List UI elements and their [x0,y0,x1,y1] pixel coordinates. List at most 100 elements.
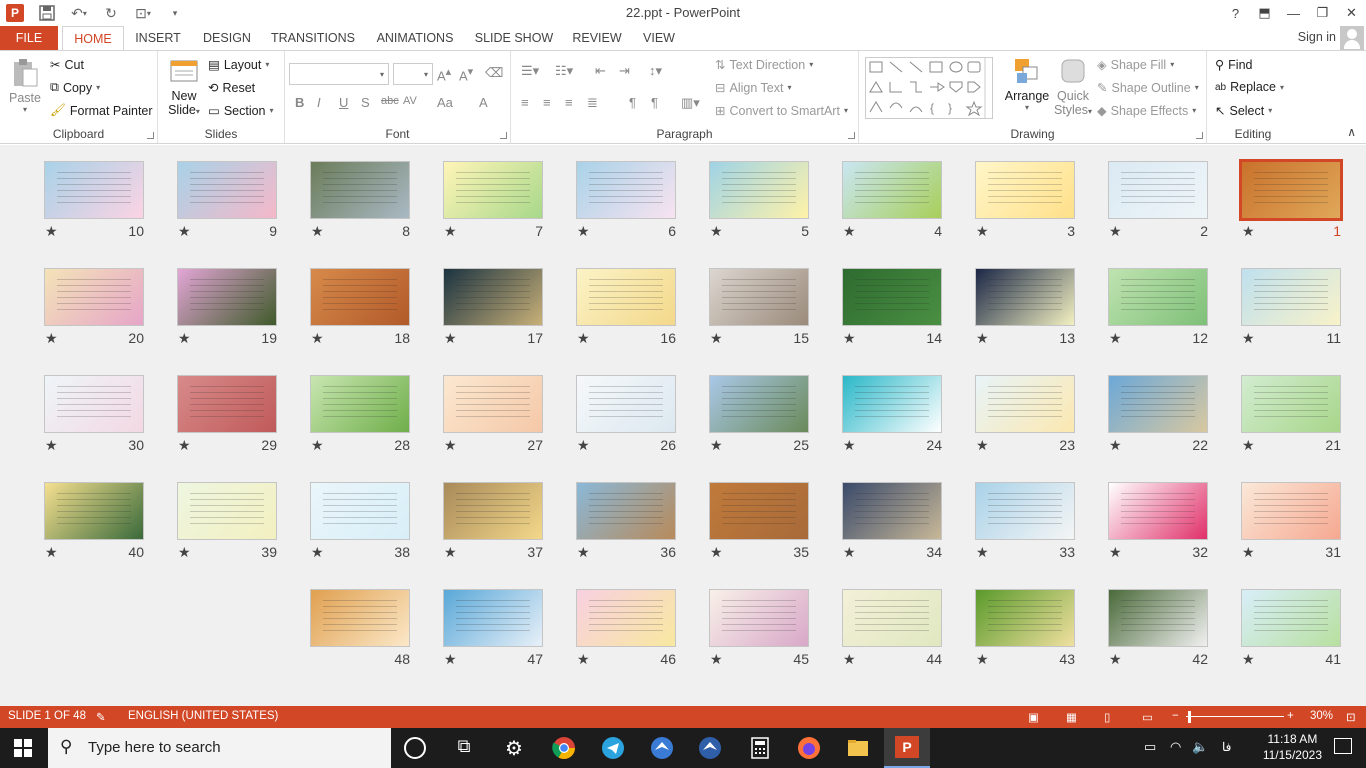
slide-thumbnail[interactable] [842,482,942,540]
file-explorer-icon[interactable] [846,736,870,760]
transition-star-icon[interactable]: ★ [1109,437,1122,454]
wifi-icon[interactable]: ◠ [1170,739,1181,755]
font-name-combo[interactable]: ▾ [289,63,389,85]
transition-star-icon[interactable]: ★ [843,651,856,668]
transition-star-icon[interactable]: ★ [444,544,457,561]
slide-thumbnail[interactable] [1241,375,1341,433]
decrease-font-icon[interactable]: A▾ [459,65,473,83]
slide-thumbnail[interactable] [443,268,543,326]
slide-thumbnail[interactable] [1241,268,1341,326]
clear-formatting-icon[interactable]: ⌫ [485,65,503,81]
arrange-button[interactable]: Arrange ▾ [1003,55,1051,112]
shape-effects-button[interactable]: ◆ Shape Effects ▾ [1097,103,1196,119]
undo-icon[interactable]: ↶ ▾ [68,3,90,23]
customize-qat-icon[interactable]: ▾ [164,3,186,23]
transition-star-icon[interactable]: ★ [178,223,191,240]
slide-thumbnail[interactable] [310,161,410,219]
normal-view-icon[interactable]: ▣ [1028,710,1039,724]
transition-star-icon[interactable]: ★ [843,223,856,240]
slide-thumbnail[interactable] [44,268,144,326]
slide-thumbnail[interactable] [443,161,543,219]
slide-thumbnail[interactable] [1108,375,1208,433]
transition-star-icon[interactable]: ★ [843,437,856,454]
reading-view-icon[interactable]: ▯ [1104,710,1110,724]
align-right-icon[interactable]: ≡ [565,95,573,110]
avatar[interactable] [1340,26,1364,50]
cortana-icon[interactable] [404,737,426,759]
slide-thumbnail[interactable] [975,482,1075,540]
transition-star-icon[interactable]: ★ [1242,223,1255,240]
transition-star-icon[interactable]: ★ [444,651,457,668]
transition-star-icon[interactable]: ★ [976,437,989,454]
collapse-ribbon-icon[interactable]: ∧ [1347,125,1356,139]
slide-thumbnail[interactable] [44,375,144,433]
slide-thumbnail[interactable] [709,268,809,326]
transition-star-icon[interactable]: ★ [311,437,324,454]
transition-star-icon[interactable]: ★ [1109,330,1122,347]
select-button[interactable]: ↖ Select ▾ [1215,103,1272,119]
copy-button[interactable]: ⧉ Copy ▾ [50,80,100,95]
slide-thumbnail[interactable] [177,482,277,540]
slide-thumbnail[interactable] [443,589,543,647]
slide-thumbnail[interactable] [1108,268,1208,326]
bullets-icon[interactable]: ☰▾ [521,63,539,79]
shape-fill-button[interactable]: ◈ Shape Fill ▾ [1097,57,1174,73]
language-indicator[interactable]: ENGLISH (UNITED STATES) [128,710,278,722]
transition-star-icon[interactable]: ★ [1242,651,1255,668]
slide-thumbnail[interactable] [1241,482,1341,540]
shapes-gallery[interactable]: {} [865,57,993,119]
slide-thumbnail[interactable] [576,589,676,647]
slide-thumbnail[interactable] [975,268,1075,326]
bold-button[interactable]: B [295,95,304,110]
slide-thumbnail[interactable] [576,375,676,433]
start-from-beginning-icon[interactable]: ⊡ ▾ [132,3,154,23]
slide-thumbnail[interactable] [44,161,144,219]
transition-star-icon[interactable]: ★ [311,544,324,561]
replace-button[interactable]: ab Replace ▾ [1215,80,1284,94]
slide-thumbnail[interactable] [576,268,676,326]
transition-star-icon[interactable]: ★ [710,330,723,347]
slide-thumbnail[interactable] [842,375,942,433]
slide-thumbnail[interactable] [975,161,1075,219]
quick-styles-button[interactable]: Quick Styles▾ [1053,55,1093,117]
bird-app-2-icon[interactable] [698,736,722,760]
transition-star-icon[interactable]: ★ [311,223,324,240]
ltr-icon[interactable]: ¶ [629,95,636,110]
cut-button[interactable]: ✂ Cut [50,57,84,73]
slide-thumbnail[interactable] [310,375,410,433]
tab-view[interactable]: VIEW [638,26,680,50]
paste-button[interactable]: Paste ▾ [6,57,44,114]
align-text-button[interactable]: ⊟ Align Text ▾ [715,80,791,96]
slide-show-view-icon[interactable]: ▭ [1142,710,1153,724]
slide-thumbnail[interactable] [310,268,410,326]
change-case-button[interactable]: Aa [437,95,453,110]
redo-icon[interactable]: ↻ [100,3,122,23]
transition-star-icon[interactable]: ★ [976,651,989,668]
slide-sorter-view-icon[interactable]: ▦ [1066,710,1077,724]
minimize-icon[interactable]: — [1279,0,1308,26]
transition-star-icon[interactable]: ★ [710,651,723,668]
tab-home[interactable]: HOME [62,26,124,51]
italic-button[interactable]: I [317,95,321,110]
slide-thumbnail[interactable] [842,589,942,647]
notifications-icon[interactable] [1334,738,1352,754]
notes-icon[interactable]: ✎ [96,710,106,724]
telegram-icon[interactable] [601,736,625,760]
transition-star-icon[interactable]: ★ [1242,330,1255,347]
transition-star-icon[interactable]: ★ [976,223,989,240]
slide-thumbnail[interactable] [1241,589,1341,647]
text-direction-button[interactable]: ⇅ Text Direction ▾ [715,57,813,73]
tab-slide-show[interactable]: SLIDE SHOW [472,26,556,50]
slide-thumbnail[interactable] [1239,159,1343,221]
shadow-button[interactable]: S [361,95,370,110]
increase-font-icon[interactable]: A▴ [437,65,451,83]
slide-thumbnail[interactable] [709,375,809,433]
font-size-combo[interactable]: ▾ [393,63,433,85]
taskbar-powerpoint-active[interactable]: P [884,728,930,768]
transition-star-icon[interactable]: ★ [1242,544,1255,561]
zoom-level[interactable]: 30% [1310,710,1333,722]
slide-thumbnail[interactable] [709,161,809,219]
ribbon-display-options-icon[interactable]: ⬒ [1250,0,1279,26]
new-slide-button[interactable]: New Slide▾ [162,55,206,117]
slide-thumbnail[interactable] [177,161,277,219]
